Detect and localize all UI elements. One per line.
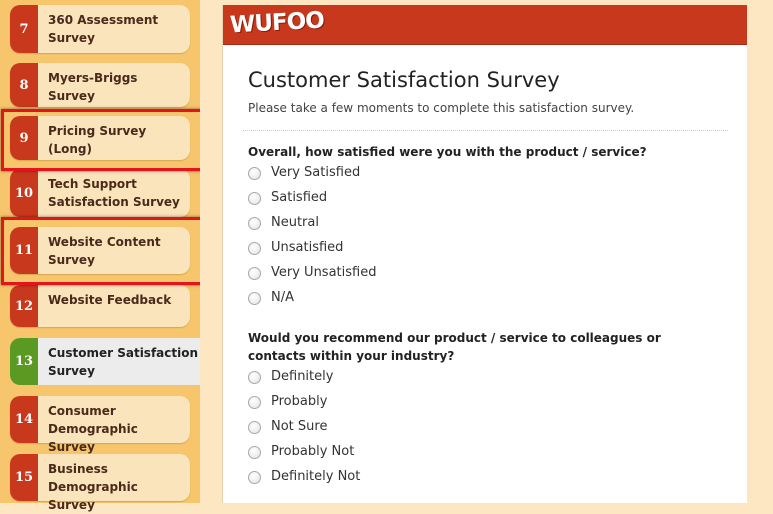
question-overall-satisfaction: Overall, how satisfied were you with the… xyxy=(248,145,647,159)
option-label: Unsatisfied xyxy=(271,240,344,255)
sidebar-item-label: Customer Satisfaction Survey xyxy=(48,346,199,378)
sidebar-item-pricing-survey[interactable]: 9 Pricing Survey (Long) xyxy=(10,116,190,160)
radio-button[interactable] xyxy=(248,192,261,205)
sidebar: 7 360 Assessment Survey 8 Myers-Briggs S… xyxy=(0,0,210,512)
sidebar-item-label: Business Demographic Survey xyxy=(48,462,138,512)
sidebar-item-label: Tech Support Satisfaction Survey xyxy=(48,177,180,209)
item-number: 10 xyxy=(10,169,38,217)
item-number: 7 xyxy=(10,5,38,53)
option-label: Definitely xyxy=(271,369,334,384)
option-label: Probably Not xyxy=(271,444,355,459)
page-background xyxy=(200,0,222,503)
radio-button[interactable] xyxy=(248,217,261,230)
sidebar-item-label: Website Content Survey xyxy=(48,235,161,267)
sidebar-item-label: Consumer Demographic Survey xyxy=(48,404,138,454)
sidebar-item-myers-briggs[interactable]: 8 Myers-Briggs Survey xyxy=(10,63,190,107)
radio-button[interactable] xyxy=(248,292,261,305)
option-label: Not Sure xyxy=(271,419,328,434)
question-recommend: Would you recommend our product / servic… xyxy=(248,331,661,363)
sidebar-item-label: Pricing Survey (Long) xyxy=(48,124,147,156)
option-label: N/A xyxy=(271,290,294,305)
item-number: 11 xyxy=(10,227,38,274)
brand-header: WUFOO xyxy=(223,5,747,45)
sidebar-item-360-assessment[interactable]: 7 360 Assessment Survey xyxy=(10,5,190,53)
sidebar-item-business-demographic[interactable]: 15 Business Demographic Survey xyxy=(10,454,190,512)
item-number: 12 xyxy=(10,285,38,327)
form-title: Customer Satisfaction Survey xyxy=(248,68,560,92)
sidebar-item-tech-support[interactable]: 10 Tech Support Satisfaction Survey xyxy=(10,169,190,217)
radio-button[interactable] xyxy=(248,267,261,280)
radio-button[interactable] xyxy=(248,167,261,180)
option-label: Very Unsatisfied xyxy=(271,265,377,280)
radio-button[interactable] xyxy=(248,471,261,484)
sidebar-item-label: Website Feedback xyxy=(48,293,172,307)
option-label: Neutral xyxy=(271,215,319,230)
divider xyxy=(243,130,728,131)
option-label: Probably xyxy=(271,394,328,409)
radio-button[interactable] xyxy=(248,421,261,434)
radio-button[interactable] xyxy=(248,242,261,255)
sidebar-item-website-content[interactable]: 11 Website Content Survey xyxy=(10,227,190,274)
item-number: 14 xyxy=(10,396,38,443)
sidebar-item-website-feedback[interactable]: 12 Website Feedback xyxy=(10,285,190,327)
wufoo-logo: WUFOO xyxy=(229,7,325,39)
sidebar-item-customer-satisfaction[interactable]: 13 Customer Satisfaction Survey xyxy=(10,338,210,385)
option-label: Satisfied xyxy=(271,190,328,205)
item-number: 13 xyxy=(10,338,38,385)
page-background-right xyxy=(747,0,773,503)
radio-button[interactable] xyxy=(248,446,261,459)
form-description: Please take a few moments to complete th… xyxy=(248,101,635,115)
item-number: 9 xyxy=(10,116,38,160)
option-label: Definitely Not xyxy=(271,469,361,484)
option-label: Very Satisfied xyxy=(271,165,361,180)
sidebar-item-label: 360 Assessment Survey xyxy=(48,13,159,45)
item-number: 15 xyxy=(10,454,38,501)
survey-form: WUFOO Customer Satisfaction Survey Pleas… xyxy=(222,5,748,503)
sidebar-item-consumer-demographic[interactable]: 14 Consumer Demographic Survey xyxy=(10,396,190,454)
radio-button[interactable] xyxy=(248,396,261,409)
sidebar-item-label: Myers-Briggs Survey xyxy=(48,71,138,103)
item-number: 8 xyxy=(10,63,38,107)
radio-button[interactable] xyxy=(248,371,261,384)
